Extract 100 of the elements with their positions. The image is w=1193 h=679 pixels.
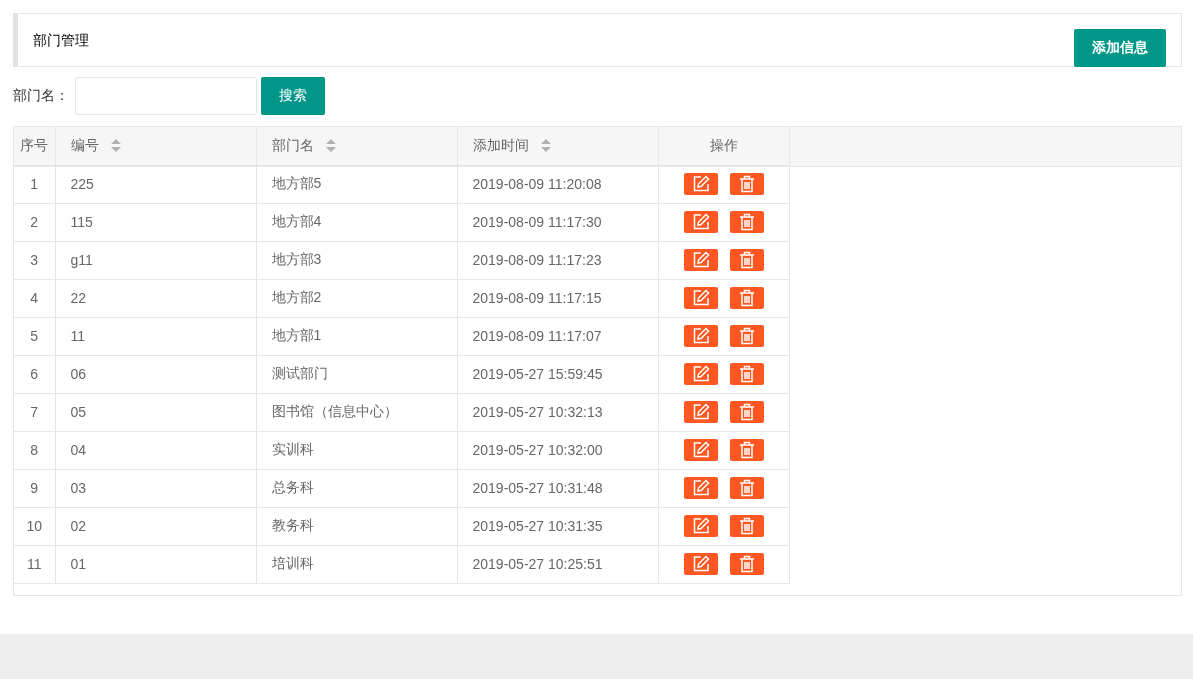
trash-icon [738,289,755,307]
delete-button[interactable] [729,477,764,499]
edit-button[interactable] [683,363,718,385]
trash-icon [738,365,755,383]
table-cell: 地方部1 [256,317,457,355]
table-cell: 地方部2 [256,279,457,317]
column-label: 编号 [70,136,99,153]
edit-button[interactable] [683,325,718,347]
edit-icon [691,289,710,307]
table-cell: 11 [14,545,55,583]
column-label: 部门名 [271,136,314,153]
table-cell: 2019-08-09 11:17:07 [457,317,658,355]
edit-button[interactable] [683,439,718,461]
table-cell: 2019-08-09 11:17:23 [457,241,658,279]
search-button[interactable]: 搜索 [261,77,325,115]
sort-icon[interactable] [540,138,551,152]
table-cell: 05 [55,393,256,431]
trash-icon [738,517,755,535]
delete-button[interactable] [729,553,764,575]
table-cell: 2019-05-27 10:32:13 [457,393,658,431]
table-cell: 实训科 [256,431,457,469]
edit-icon [691,441,710,459]
table-cell: 11 [55,317,256,355]
table-cell: 总务科 [256,469,457,507]
table-cell: 2019-05-27 15:59:45 [457,355,658,393]
trash-icon [738,441,755,459]
edit-button[interactable] [683,211,718,233]
table-cell: 02 [55,507,256,545]
edit-button[interactable] [683,249,718,271]
delete-button[interactable] [729,249,764,271]
trash-icon [738,327,755,345]
column-label: 添加时间 [472,136,529,153]
delete-button[interactable] [729,325,764,347]
trash-icon [738,213,755,231]
edit-button[interactable] [683,553,718,575]
table-cell: 06 [55,355,256,393]
edit-button[interactable] [683,287,718,309]
edit-icon [691,517,710,535]
table-cell: 04 [55,431,256,469]
table-cell: 2019-08-09 11:17:30 [457,203,658,241]
table-cell: 8 [14,431,55,469]
table-cell: 9 [14,469,55,507]
delete-button[interactable] [729,287,764,309]
table-cell: 培训科 [256,545,457,583]
table-cell: 22 [55,279,256,317]
column-header[interactable]: 编号 [55,127,256,165]
edit-icon [691,365,710,383]
table-cell: 4 [14,279,55,317]
edit-icon [691,327,710,345]
table-cell: 地方部3 [256,241,457,279]
search-label: 部门名： [13,87,69,105]
table-cell: 2019-08-09 11:20:08 [457,165,658,203]
column-header[interactable]: 部门名 [256,127,457,165]
edit-button[interactable] [683,173,718,195]
table-cell: 2019-08-09 11:17:15 [457,279,658,317]
sort-icon[interactable] [325,138,336,152]
table-cell: 7 [14,393,55,431]
table-cell: 地方部4 [256,203,457,241]
edit-button[interactable] [683,477,718,499]
search-field[interactable] [75,77,257,115]
trash-icon [738,251,755,269]
add-button[interactable]: 添加信息 [1074,29,1166,67]
column-header[interactable]: 添加时间 [457,127,658,165]
table-cell: 03 [55,469,256,507]
trash-icon [738,555,755,573]
table-cell: 115 [55,203,256,241]
table-cell: 3 [14,241,55,279]
table-cell: 1 [14,165,55,203]
column-label: 序号 [20,136,49,153]
edit-icon [691,403,710,421]
delete-button[interactable] [729,211,764,233]
edit-icon [691,479,710,497]
edit-icon [691,555,710,573]
edit-icon [691,175,710,193]
table-cell: 5 [14,317,55,355]
delete-button[interactable] [729,401,764,423]
edit-button[interactable] [683,515,718,537]
delete-button[interactable] [729,173,764,195]
delete-button[interactable] [729,439,764,461]
edit-icon [691,251,710,269]
table-cell: 图书馆（信息中心） [256,393,457,431]
page-title: 部门管理 [33,32,89,50]
trash-icon [738,403,755,421]
table-cell: 地方部5 [256,165,457,203]
edit-button[interactable] [683,401,718,423]
table-cell: 225 [55,165,256,203]
sort-icon[interactable] [110,138,121,152]
table-cell: 教务科 [256,507,457,545]
delete-button[interactable] [729,515,764,537]
trash-icon [738,479,755,497]
edit-icon [691,213,710,231]
trash-icon [738,175,755,193]
table-cell: 6 [14,355,55,393]
table-cell: 测试部门 [256,355,457,393]
table-cell: 2 [14,203,55,241]
table-cell: 01 [55,545,256,583]
table-cell: 2019-05-27 10:25:51 [457,545,658,583]
delete-button[interactable] [729,363,764,385]
table-cell: 10 [14,507,55,545]
column-label: 操作 [709,136,738,153]
